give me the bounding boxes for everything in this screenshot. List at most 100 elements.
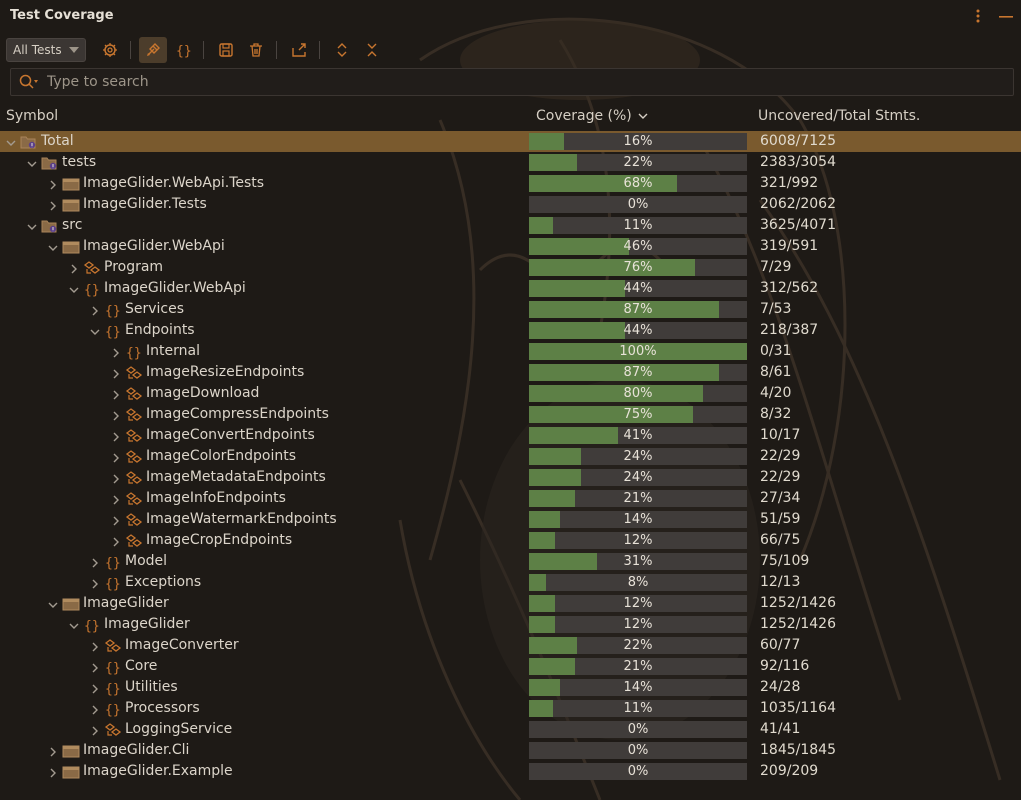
tree-row-label: Services	[125, 301, 185, 317]
chevron-down-icon[interactable]	[27, 220, 37, 230]
uncovered-total: 8/61	[760, 364, 792, 380]
highlight-code-button[interactable]	[139, 37, 167, 63]
test-scope-label: All Tests	[13, 43, 62, 57]
tree-row[interactable]: ImageGlider.WebApi.Tests 68% 321/992	[0, 173, 1021, 194]
tree-row[interactable]: ImageCropEndpoints 12% 66/75	[0, 530, 1021, 551]
uncovered-total: 2383/3054	[760, 154, 836, 170]
tree-row[interactable]: ImageWatermarkEndpoints 14% 51/59	[0, 509, 1021, 530]
chevron-down-icon[interactable]	[27, 157, 37, 167]
module-icon	[62, 595, 80, 612]
chevron-right-icon[interactable]	[90, 304, 100, 316]
tree-row[interactable]: LoggingService 0% 41/41	[0, 719, 1021, 740]
tree-row[interactable]: {} Exceptions 8% 12/13	[0, 572, 1021, 593]
expand-all-button[interactable]	[328, 37, 356, 63]
chevron-right-icon[interactable]	[69, 262, 79, 274]
tree-row[interactable]: tests 22% 2383/3054	[0, 152, 1021, 173]
tree-row-label: Processors	[125, 700, 200, 716]
chevron-right-icon[interactable]	[90, 556, 100, 568]
tree-row[interactable]: ImageDownload 80% 4/20	[0, 383, 1021, 404]
tree-row[interactable]: {} ImageGlider 12% 1252/1426	[0, 614, 1021, 635]
brush-icon	[147, 43, 160, 56]
chevron-right-icon[interactable]	[90, 577, 100, 589]
column-symbol[interactable]: Symbol	[6, 108, 58, 124]
tree-row-label: Model	[125, 553, 168, 569]
uncovered-total: 321/992	[760, 175, 819, 191]
toolbar: All Tests {}	[0, 36, 1021, 64]
chevron-right-icon[interactable]	[90, 724, 100, 736]
more-options-icon[interactable]	[971, 6, 985, 26]
uncovered-total: 7/29	[760, 259, 792, 275]
tree-row[interactable]: {} Services 87% 7/53	[0, 299, 1021, 320]
chevron-down-icon[interactable]	[90, 325, 100, 335]
chevron-right-icon[interactable]	[111, 367, 121, 379]
show-namespaces-button[interactable]: {}	[169, 37, 197, 63]
chevron-right-icon[interactable]	[111, 493, 121, 505]
coverage-percent: 46%	[623, 239, 653, 254]
tree-row[interactable]: ImageGlider.Tests 0% 2062/2062	[0, 194, 1021, 215]
class-icon	[125, 490, 143, 507]
tree-row[interactable]: ImageMetadataEndpoints 24% 22/29	[0, 467, 1021, 488]
tree-row[interactable]: ImageCompressEndpoints 75% 8/32	[0, 404, 1021, 425]
coverage-bar: 14%	[529, 511, 747, 528]
tree-row[interactable]: Total 16% 6008/7125	[0, 131, 1021, 152]
tree-row[interactable]: ImageConvertEndpoints 41% 10/17	[0, 425, 1021, 446]
chevron-right-icon[interactable]	[48, 178, 58, 190]
chevron-right-icon[interactable]	[111, 472, 121, 484]
tree-row[interactable]: ImageResizeEndpoints 87% 8/61	[0, 362, 1021, 383]
export-button[interactable]	[285, 37, 313, 63]
column-coverage-label: Coverage (%)	[536, 108, 632, 124]
save-button[interactable]	[212, 37, 240, 63]
delete-button[interactable]	[242, 37, 270, 63]
tree-row[interactable]: ImageColorEndpoints 24% 22/29	[0, 446, 1021, 467]
tree-row[interactable]: {} Internal 100% 0/31	[0, 341, 1021, 362]
chevron-right-icon[interactable]	[111, 430, 121, 442]
chevron-right-icon[interactable]	[48, 766, 58, 778]
chevron-right-icon[interactable]	[111, 451, 121, 463]
chevron-right-icon[interactable]	[111, 388, 121, 400]
column-uncovered[interactable]: Uncovered/Total Stmts.	[758, 108, 920, 124]
tree-row[interactable]: {} Processors 11% 1035/1164	[0, 698, 1021, 719]
chevron-right-icon[interactable]	[90, 703, 100, 715]
test-scope-dropdown[interactable]: All Tests	[6, 38, 86, 62]
tree-row[interactable]: ImageConverter 22% 60/77	[0, 635, 1021, 656]
settings-button[interactable]	[96, 37, 124, 63]
coverage-bar: 87%	[529, 364, 747, 381]
tree-row[interactable]: {} Core 21% 92/116	[0, 656, 1021, 677]
chevron-right-icon[interactable]	[111, 535, 121, 547]
coverage-percent: 12%	[623, 533, 653, 548]
chevron-right-icon[interactable]	[111, 346, 121, 358]
chevron-right-icon[interactable]	[111, 514, 121, 526]
chevron-right-icon[interactable]	[90, 661, 100, 673]
chevron-down-icon[interactable]	[48, 241, 58, 251]
tree-row[interactable]: {} Model 31% 75/109	[0, 551, 1021, 572]
chevron-down-icon	[69, 47, 79, 53]
chevron-down-icon[interactable]	[6, 136, 16, 146]
tree-row[interactable]: {} ImageGlider.WebApi 44% 312/562	[0, 278, 1021, 299]
tree-row[interactable]: {} Utilities 14% 24/28	[0, 677, 1021, 698]
chevron-right-icon[interactable]	[48, 199, 58, 211]
collapse-all-button[interactable]	[358, 37, 386, 63]
search-input[interactable]	[45, 73, 989, 91]
tree-row[interactable]: ImageGlider.Cli 0% 1845/1845	[0, 740, 1021, 761]
tree-row[interactable]: src 11% 3625/4071	[0, 215, 1021, 236]
chevron-right-icon[interactable]	[90, 640, 100, 652]
chevron-right-icon[interactable]	[48, 745, 58, 757]
chevron-right-icon[interactable]	[90, 682, 100, 694]
chevron-down-icon[interactable]	[69, 619, 79, 629]
svg-text:{}: {}	[105, 325, 121, 339]
tree-row-label: Utilities	[125, 679, 178, 695]
chevron-right-icon[interactable]	[111, 409, 121, 421]
tree-row[interactable]: ImageInfoEndpoints 21% 27/34	[0, 488, 1021, 509]
column-coverage[interactable]: Coverage (%)	[536, 108, 648, 124]
tree-row[interactable]: {} Endpoints 44% 218/387	[0, 320, 1021, 341]
tree-row[interactable]: Program 76% 7/29	[0, 257, 1021, 278]
tree-row[interactable]: ImageGlider 12% 1252/1426	[0, 593, 1021, 614]
chevron-down-icon[interactable]	[69, 283, 79, 293]
search-icon[interactable]	[19, 74, 39, 90]
minimize-icon[interactable]	[999, 6, 1013, 26]
tree-row[interactable]: ImageGlider.WebApi 46% 319/591	[0, 236, 1021, 257]
braces-icon: {}	[176, 44, 191, 58]
tree-row[interactable]: ImageGlider.Example 0% 209/209	[0, 761, 1021, 782]
chevron-down-icon[interactable]	[48, 598, 58, 608]
coverage-percent: 12%	[623, 596, 653, 611]
